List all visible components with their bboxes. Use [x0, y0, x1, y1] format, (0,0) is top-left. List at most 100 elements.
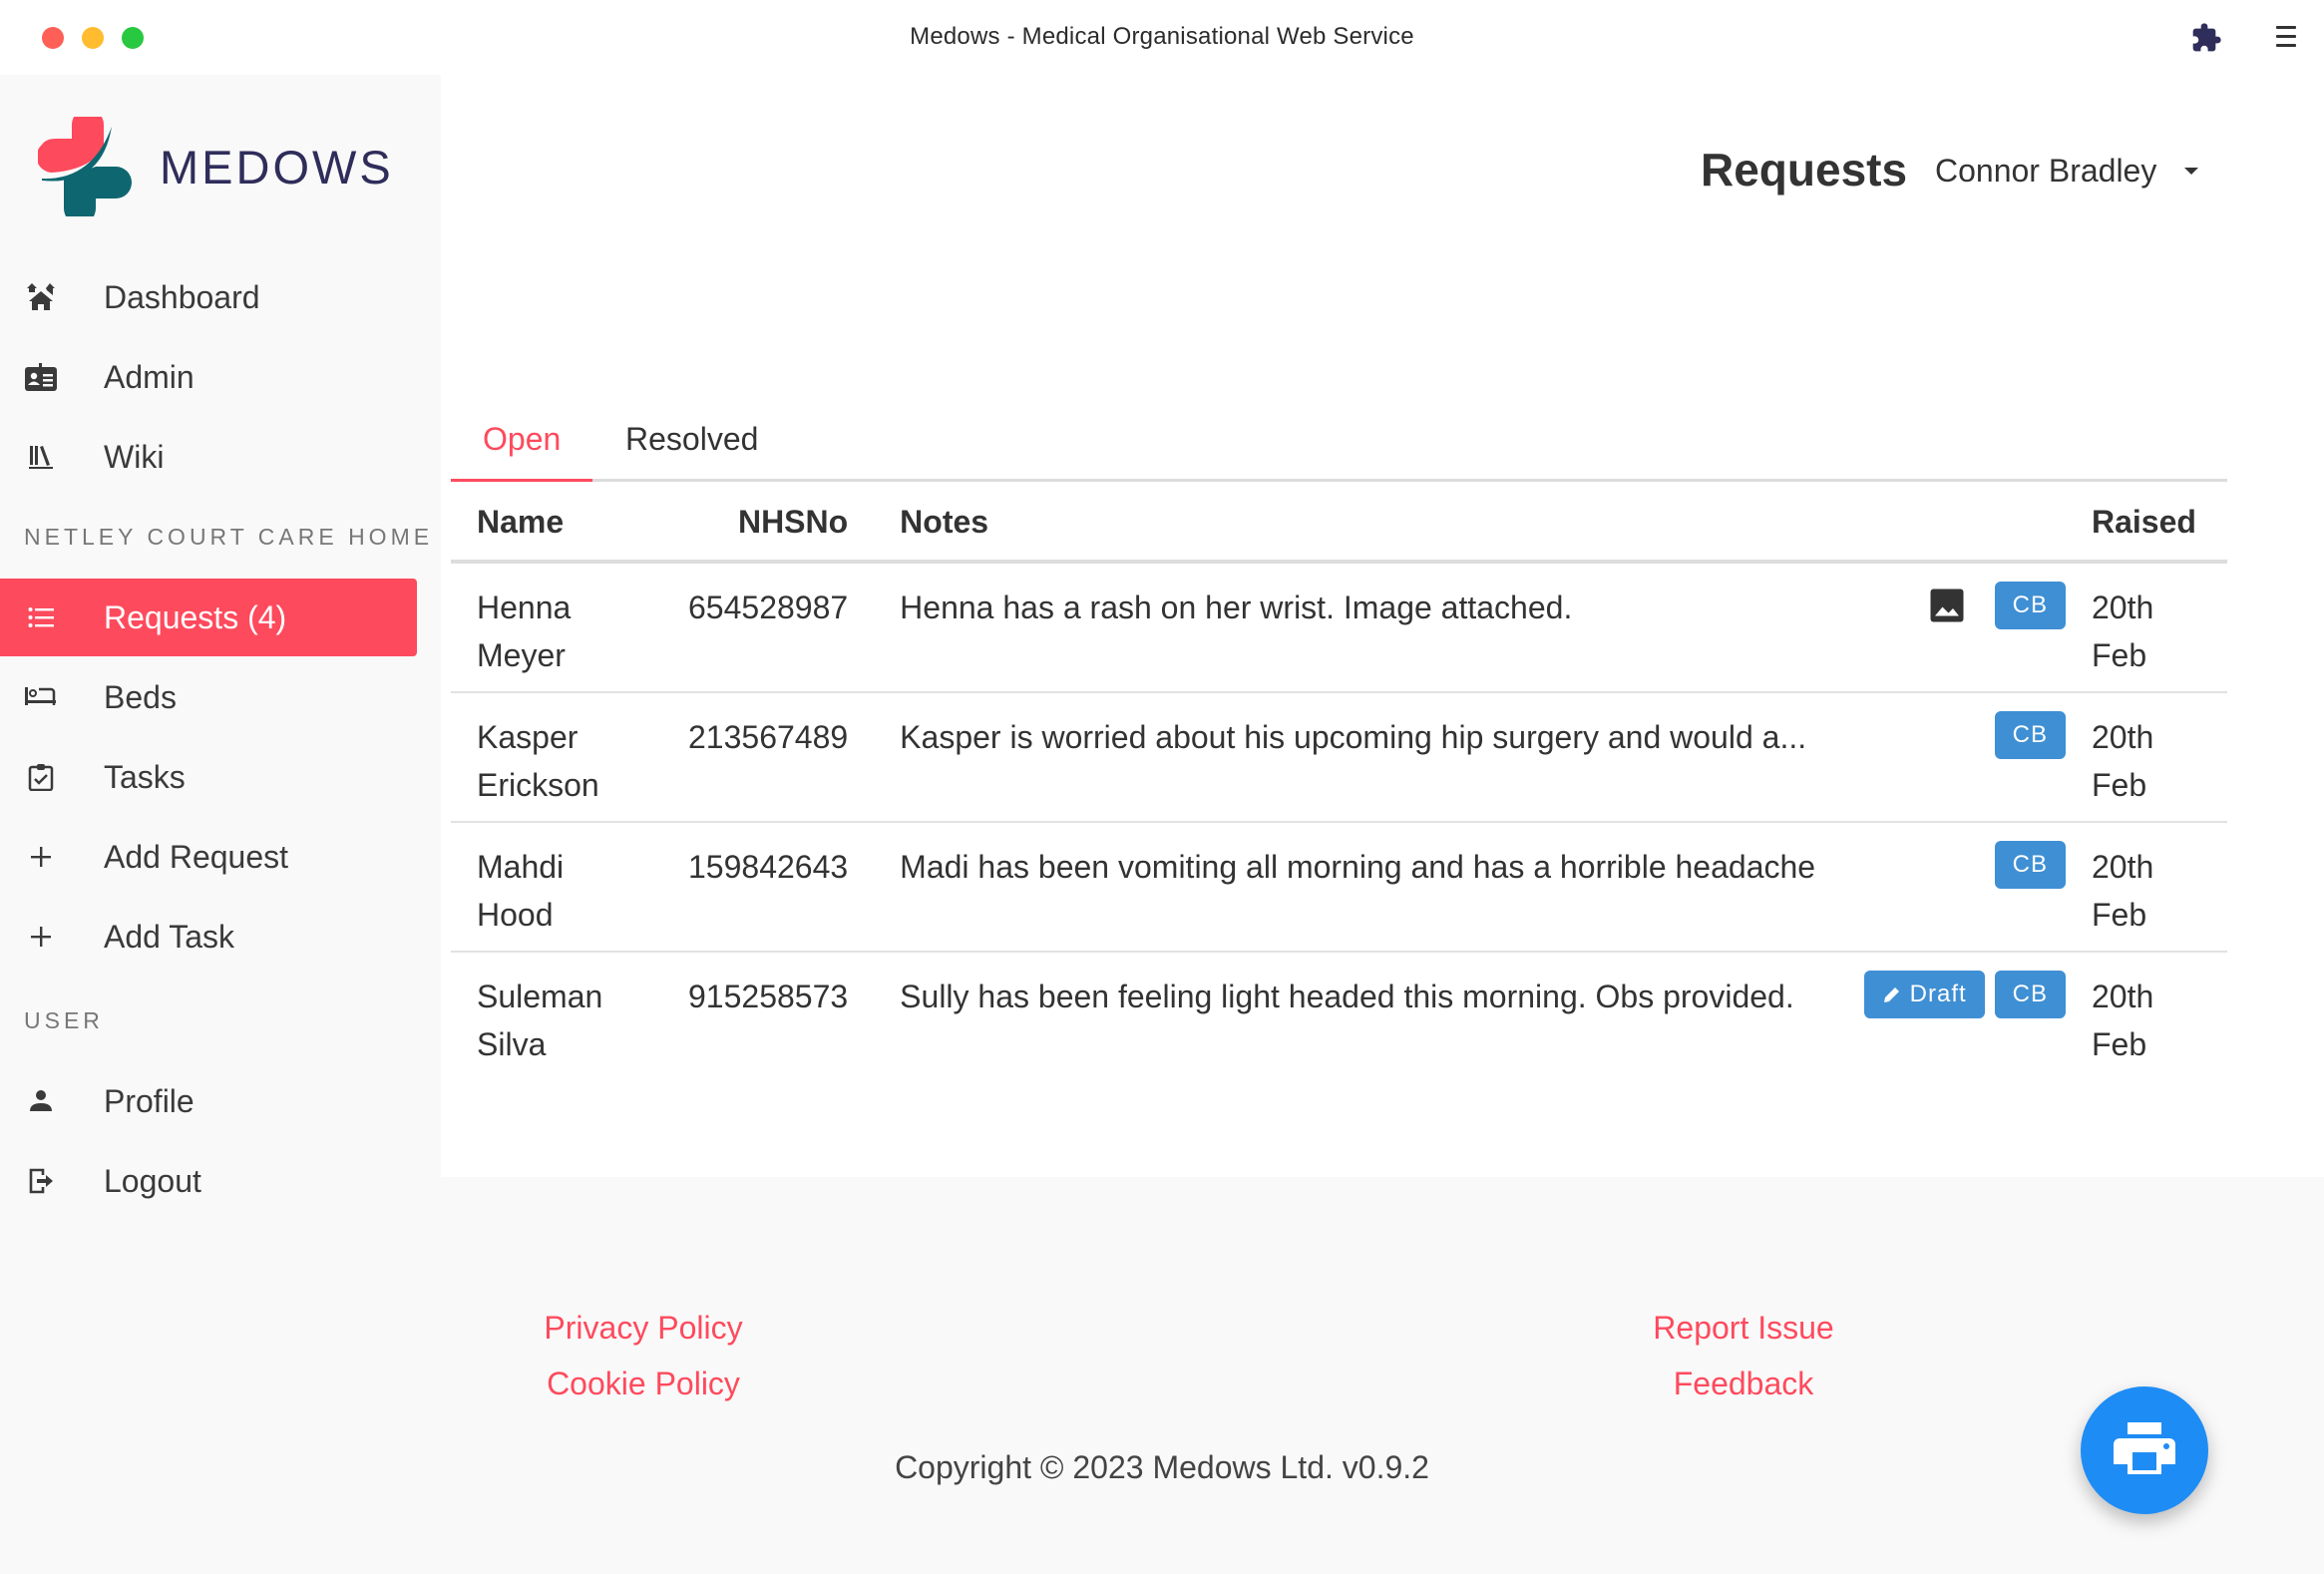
patient-first-name: Henna: [477, 590, 572, 625]
sidebar-item-label: Add Task: [104, 918, 235, 955]
report-issue-link[interactable]: Report Issue: [1596, 1310, 1891, 1347]
nhs-number-cell: 159842643: [662, 822, 875, 953]
assignee-chip[interactable]: CB: [1994, 711, 2066, 759]
sidebar-item-admin[interactable]: Admin: [0, 338, 417, 416]
raised-date-cell: 20th Feb: [2066, 952, 2227, 1080]
raised-month: Feb: [2092, 637, 2147, 673]
id-card-icon: [24, 360, 58, 394]
cookie-policy-link[interactable]: Cookie Policy: [499, 1366, 788, 1402]
sidebar-item-beds[interactable]: Beds: [0, 658, 417, 736]
patient-last-name: Hood: [477, 897, 554, 933]
tab-resolved[interactable]: Resolved: [625, 421, 758, 458]
column-header-name[interactable]: Name: [451, 484, 662, 564]
column-header-raised[interactable]: Raised: [2066, 484, 2227, 564]
sidebar-item-logout[interactable]: Logout: [0, 1142, 417, 1220]
sidebar-item-label: Add Request: [104, 838, 289, 875]
notes-cell: Sully has been feeling light headed this…: [874, 952, 2066, 1080]
column-header-nhsno[interactable]: NHSNo: [662, 484, 875, 564]
privacy-policy-link[interactable]: Privacy Policy: [499, 1310, 788, 1347]
sidebar-item-label: Dashboard: [104, 278, 260, 315]
assignee-chip[interactable]: CB: [1994, 971, 2066, 1018]
row-actions: CB: [1994, 711, 2066, 759]
notes-cell: Kasper is worried about his upcoming hip…: [874, 692, 2066, 823]
tab-open[interactable]: Open: [483, 421, 561, 458]
clipboard-check-icon: [24, 760, 58, 794]
image-attachment-icon[interactable]: [1929, 588, 1965, 623]
draft-button[interactable]: Draft: [1863, 971, 1985, 1018]
notes-text: Kasper is worried about his upcoming hip…: [900, 719, 1807, 755]
patient-last-name: Meyer: [477, 637, 566, 673]
patient-first-name: Mahdi: [477, 849, 565, 885]
sidebar-item-requests[interactable]: Requests (4): [0, 579, 417, 656]
notes-cell: Henna has a rash on her wrist. Image att…: [874, 562, 2066, 693]
brand-name: MEDOWS: [160, 140, 394, 194]
user-name: Connor Bradley: [1935, 153, 2157, 189]
plus-icon: [24, 920, 58, 954]
patient-last-name: Erickson: [477, 767, 599, 803]
assignee-chip[interactable]: CB: [1994, 841, 2066, 889]
user-menu-dropdown[interactable]: Connor Bradley: [1935, 153, 2199, 190]
raised-date-cell: 20th Feb: [2066, 692, 2227, 823]
copyright-text: Copyright © 2023 Medows Ltd. v0.9.2: [895, 1449, 1429, 1485]
sidebar-item-dashboard[interactable]: Dashboard: [0, 258, 417, 336]
draft-label: Draft: [1909, 981, 1967, 1007]
feedback-link[interactable]: Feedback: [1596, 1366, 1891, 1402]
section-label-care-home: NETLEY COURT CARE HOME: [24, 524, 434, 550]
sidebar-item-label: Profile: [104, 1082, 194, 1119]
nhs-number-cell: 915258573: [688, 979, 849, 1014]
patient-name-cell: Mahdi Hood: [451, 822, 662, 953]
raised-date-cell: 20th Feb: [2066, 822, 2227, 953]
plus-icon: [24, 840, 58, 874]
raised-day: 20th: [2092, 979, 2154, 1014]
table-row[interactable]: Henna Meyer 654528987 Henna has a rash on…: [451, 562, 2227, 693]
requests-table: Name NHSNo Notes Raised Henna Meyer 65452…: [451, 484, 2227, 1080]
raised-month: Feb: [2092, 767, 2147, 803]
nhs-number-cell: 654528987: [662, 562, 875, 693]
table-row[interactable]: Mahdi Hood 159842643 Madi has been vomiti…: [451, 822, 2227, 953]
sidebar-item-wiki[interactable]: Wiki: [0, 418, 417, 496]
notes-cell: Madi has been vomiting all morning and h…: [874, 822, 2066, 953]
table-row[interactable]: Kasper Erickson 213567489 Kasper is worri…: [451, 692, 2227, 823]
active-tab-indicator: [451, 479, 592, 482]
raised-day: 20th: [2092, 849, 2154, 885]
home-group-icon: [24, 280, 58, 314]
notes-text: Henna has a rash on her wrist. Image att…: [900, 590, 1573, 625]
sidebar-item-label: Beds: [104, 678, 177, 715]
patient-name-cell: Suleman Silva: [451, 952, 662, 1080]
printer-icon: [2114, 1422, 2175, 1474]
list-icon: [24, 600, 58, 634]
sidebar-item-add-request[interactable]: Add Request: [0, 818, 417, 896]
assignee-chip[interactable]: CB: [1994, 582, 2066, 629]
menu-hamburger-icon[interactable]: [2276, 24, 2296, 55]
raised-day: 20th: [2092, 719, 2154, 755]
request-tabs: Open Resolved: [451, 409, 2227, 482]
nhs-number-cell: 213567489: [662, 692, 875, 823]
row-actions: CB: [1929, 582, 2066, 629]
sidebar-item-label: Tasks: [104, 758, 186, 795]
caret-down-icon: [2184, 168, 2199, 175]
table-header-row: Name NHSNo Notes Raised: [451, 484, 2227, 564]
patient-first-name: Kasper: [477, 719, 579, 755]
row-actions: CB: [1994, 841, 2066, 889]
section-label-user: USER: [24, 1007, 104, 1033]
bed-icon: [24, 680, 58, 714]
raised-month: Feb: [2092, 1026, 2147, 1062]
sidebar-item-tasks[interactable]: Tasks: [0, 738, 417, 816]
sidebar-item-profile[interactable]: Profile: [0, 1062, 417, 1140]
extensions-puzzle-icon[interactable]: [2190, 22, 2222, 59]
table-row[interactable]: Suleman Silva 915258573 Sully has been fe…: [451, 952, 2227, 1080]
patient-name-cell: Henna Meyer: [451, 562, 662, 693]
sidebar-item-label: Admin: [104, 358, 194, 395]
page-title: Requests: [1701, 144, 1908, 196]
print-button[interactable]: [2081, 1386, 2208, 1514]
medows-logo[interactable]: MEDOWS: [38, 117, 394, 216]
person-icon: [24, 1084, 58, 1118]
notes-text: Madi has been vomiting all morning and h…: [900, 849, 1816, 885]
patient-first-name: Suleman: [477, 979, 603, 1014]
sidebar-item-add-task[interactable]: Add Task: [0, 898, 417, 976]
raised-date-cell: 20th Feb: [2066, 562, 2227, 693]
pencil-icon: [1883, 987, 1899, 1002]
sidebar: MEDOWS Dashboard Admin Wiki NETLEY COURT…: [0, 75, 441, 1199]
column-header-notes[interactable]: Notes: [874, 484, 2066, 564]
sidebar-item-label: Requests (4): [104, 598, 287, 635]
